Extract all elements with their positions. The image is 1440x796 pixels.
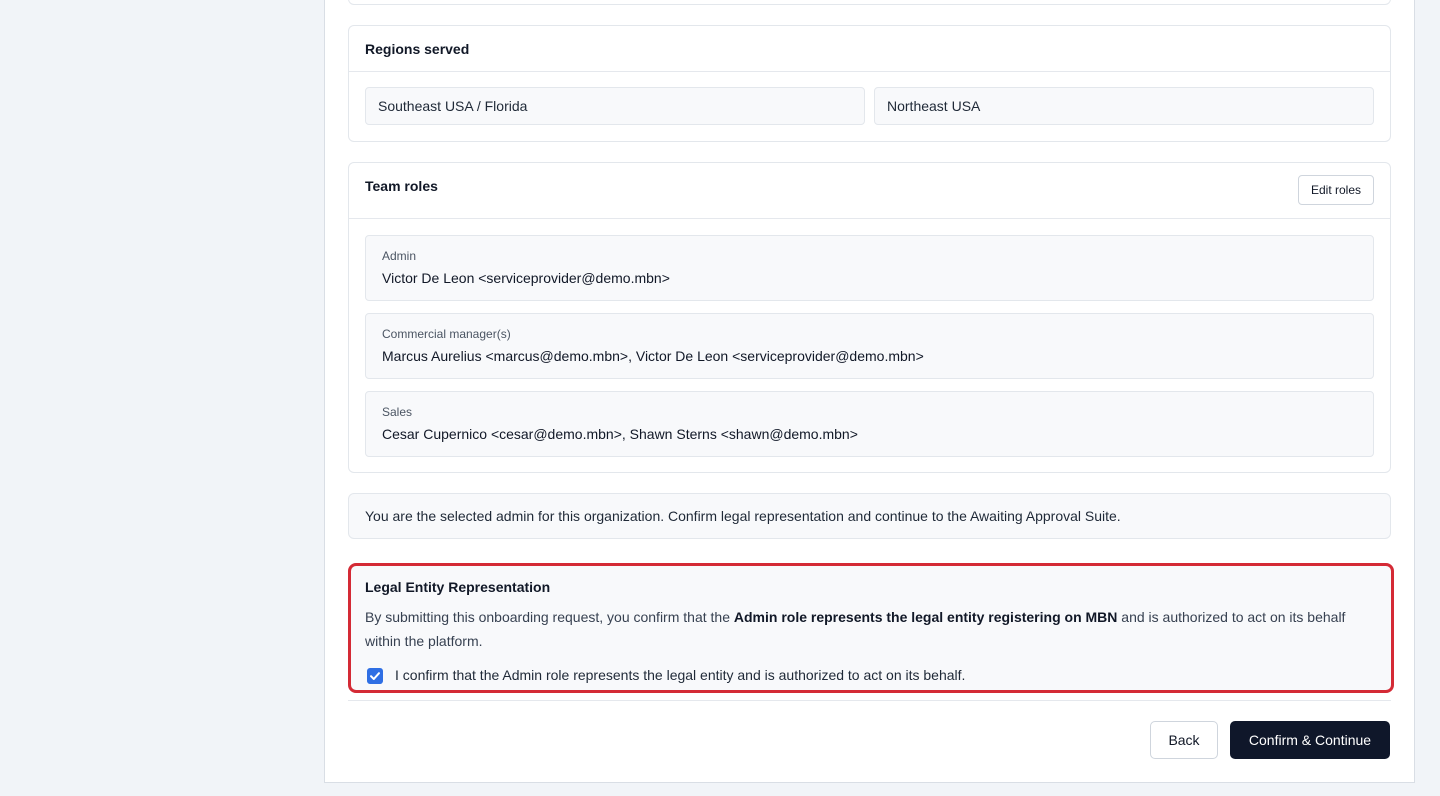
checkmark-icon	[370, 672, 380, 680]
regions-served-title: Regions served	[365, 41, 470, 57]
role-label: Sales	[382, 405, 413, 419]
role-value: Marcus Aurelius <marcus@demo.mbn>, Victo…	[382, 348, 924, 364]
divider	[348, 700, 1391, 701]
region-item: Northeast USA	[874, 87, 1374, 125]
legal-text-bold: Admin role represents the legal entity r…	[733, 609, 1118, 625]
team-roles-title: Team roles	[365, 178, 438, 194]
back-button[interactable]: Back	[1150, 721, 1218, 759]
legal-text-before: By submitting this onboarding request, y…	[365, 609, 734, 625]
legal-entity-representation-box: Legal Entity Representation By submittin…	[348, 563, 1394, 693]
role-label: Commercial manager(s)	[382, 327, 511, 341]
team-roles-header: Team roles Edit roles	[349, 163, 1390, 219]
regions-served-header: Regions served	[349, 26, 1390, 72]
region-item: Southeast USA / Florida	[365, 87, 865, 125]
team-roles-card: Team roles Edit roles Admin Victor De Le…	[348, 162, 1391, 473]
legal-description: By submitting this onboarding request, y…	[365, 605, 1375, 653]
role-admin: Admin Victor De Leon <serviceprovider@de…	[365, 235, 1374, 301]
role-label: Admin	[382, 249, 417, 263]
role-sales: Sales Cesar Cupernico <cesar@demo.mbn>, …	[365, 391, 1374, 457]
legal-title: Legal Entity Representation	[365, 579, 551, 595]
legal-confirm-checkbox[interactable]	[367, 668, 383, 684]
role-value: Cesar Cupernico <cesar@demo.mbn>, Shawn …	[382, 426, 858, 442]
edit-roles-button[interactable]: Edit roles	[1297, 175, 1374, 205]
confirm-continue-button[interactable]: Confirm & Continue	[1230, 721, 1390, 759]
role-value: Victor De Leon <serviceprovider@demo.mbn…	[382, 270, 670, 286]
legal-confirm-label[interactable]: I confirm that the Admin role represents…	[395, 667, 965, 683]
regions-served-card: Regions served Southeast USA / Florida N…	[348, 25, 1391, 142]
admin-info-message: You are the selected admin for this orga…	[348, 493, 1391, 539]
previous-section-card	[348, 0, 1391, 5]
role-commercial-managers: Commercial manager(s) Marcus Aurelius <m…	[365, 313, 1374, 379]
